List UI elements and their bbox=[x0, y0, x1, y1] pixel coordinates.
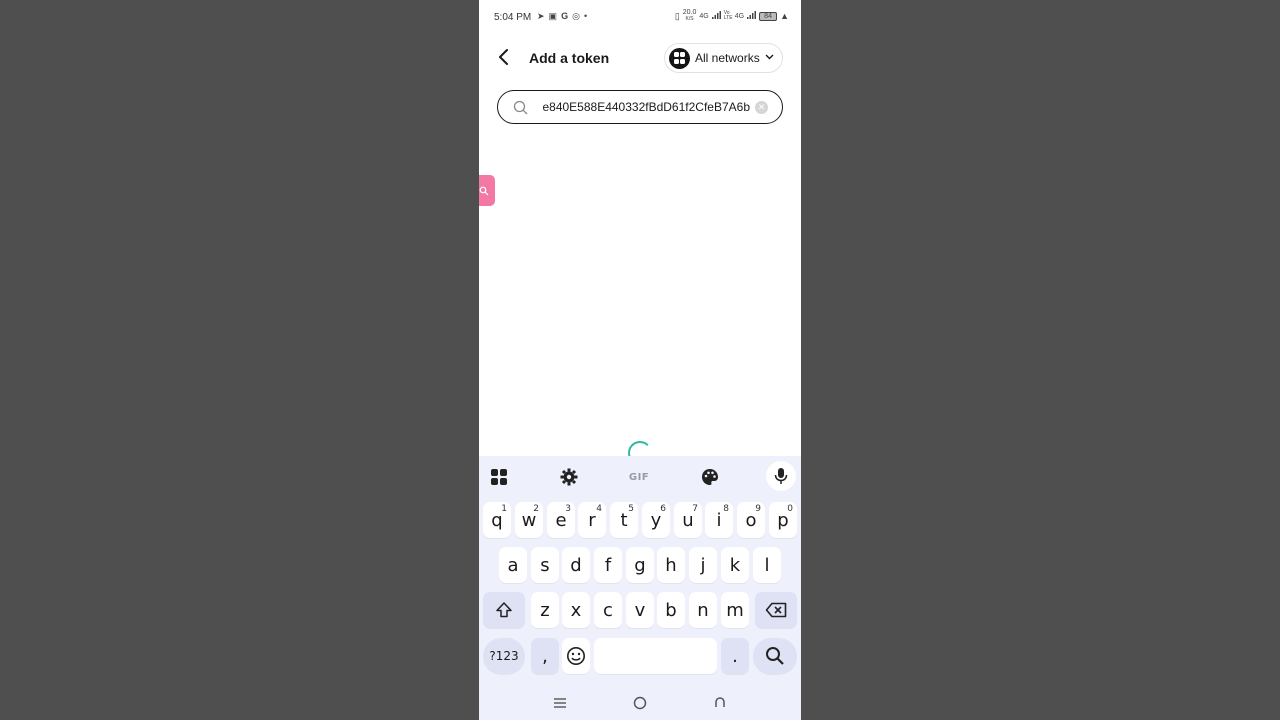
network-4g-label-2: 4G bbox=[734, 12, 745, 20]
page-title: Add a token bbox=[529, 50, 610, 66]
key-b[interactable]: b bbox=[657, 592, 685, 628]
symbols-key[interactable]: ?123 bbox=[483, 638, 525, 674]
vibrate-icon: ▯ bbox=[674, 10, 680, 21]
back-arrow-icon bbox=[499, 49, 508, 65]
recents-icon[interactable] bbox=[550, 694, 570, 712]
status-bar: 5:04 PM ➤ ▣ G ◎ • ▯ 20.0 K/S 4G Vo LTE 4… bbox=[479, 0, 801, 36]
comma-key[interactable]: , bbox=[531, 638, 559, 674]
keyboard-toolbar: GIF bbox=[479, 456, 801, 496]
network-4g-label: 4G bbox=[699, 12, 709, 20]
backspace-key[interactable] bbox=[755, 592, 797, 628]
key-j[interactable]: j bbox=[689, 547, 717, 583]
key-p[interactable]: p0 bbox=[769, 502, 797, 538]
network-selector-label: All networks bbox=[695, 51, 760, 65]
whatsapp-icon: ◎ bbox=[572, 11, 580, 21]
key-m[interactable]: m bbox=[721, 592, 749, 628]
period-key[interactable]: . bbox=[721, 638, 749, 674]
key-s[interactable]: s bbox=[531, 547, 559, 583]
signal-icon bbox=[711, 11, 721, 21]
home-icon[interactable] bbox=[630, 694, 650, 712]
alert-icon: ▲ bbox=[780, 11, 789, 21]
emoji-icon bbox=[567, 647, 585, 665]
system-icons: ▯ 20.0 K/S 4G Vo LTE 4G 84 ▲ bbox=[674, 9, 789, 22]
back-button[interactable] bbox=[493, 46, 515, 68]
gif-button[interactable]: GIF bbox=[626, 464, 652, 490]
key-q[interactable]: q1 bbox=[483, 502, 511, 538]
shift-key[interactable] bbox=[483, 592, 525, 628]
mic-icon[interactable] bbox=[766, 461, 796, 491]
network-selector[interactable]: All networks bbox=[664, 43, 783, 73]
all-networks-icon bbox=[669, 47, 690, 69]
key-c[interactable]: c bbox=[594, 592, 622, 628]
phone-screen: 5:04 PM ➤ ▣ G ◎ • ▯ 20.0 K/S 4G Vo LTE 4… bbox=[479, 0, 801, 720]
key-k[interactable]: k bbox=[721, 547, 749, 583]
key-l[interactable]: l bbox=[753, 547, 781, 583]
app-header: Add a token All networks bbox=[479, 40, 801, 76]
key-h[interactable]: h bbox=[657, 547, 685, 583]
signal-icon-2 bbox=[747, 11, 757, 21]
status-time: 5:04 PM bbox=[494, 12, 532, 23]
speed-readout: 20.0 K/S bbox=[682, 9, 697, 22]
shift-icon bbox=[496, 602, 512, 618]
clear-search-icon[interactable]: ✕ bbox=[755, 101, 768, 114]
space-key[interactable] bbox=[594, 638, 717, 674]
video-icon: ▣ bbox=[548, 11, 558, 21]
search-icon bbox=[513, 100, 528, 115]
key-u[interactable]: u7 bbox=[674, 502, 702, 538]
key-a[interactable]: a bbox=[499, 547, 527, 583]
settings-icon[interactable] bbox=[556, 464, 582, 490]
key-y[interactable]: y6 bbox=[642, 502, 670, 538]
key-r[interactable]: r4 bbox=[578, 502, 606, 538]
apps-icon[interactable] bbox=[486, 464, 512, 490]
emoji-key[interactable] bbox=[562, 638, 590, 674]
volte-label: Vo LTE bbox=[723, 10, 733, 21]
key-z[interactable]: z bbox=[531, 592, 559, 628]
search-input[interactable] bbox=[534, 97, 750, 117]
key-n[interactable]: n bbox=[689, 592, 717, 628]
floating-side-tab[interactable] bbox=[479, 175, 495, 206]
search-icon bbox=[479, 186, 489, 196]
chevron-down-icon bbox=[765, 54, 774, 60]
battery-icon: 84 bbox=[759, 11, 778, 21]
palette-icon[interactable] bbox=[697, 464, 723, 490]
dot-icon: • bbox=[583, 11, 588, 21]
key-v[interactable]: v bbox=[626, 592, 654, 628]
key-x[interactable]: x bbox=[562, 592, 590, 628]
notification-icons: ➤ ▣ G ◎ • bbox=[537, 11, 587, 22]
system-nav-bar bbox=[479, 686, 801, 720]
key-g[interactable]: g bbox=[626, 547, 654, 583]
key-d[interactable]: d bbox=[562, 547, 590, 583]
key-t[interactable]: t5 bbox=[610, 502, 638, 538]
key-i[interactable]: i8 bbox=[705, 502, 733, 538]
backspace-icon bbox=[765, 602, 787, 618]
keyboard: GIF q1 w2 e3 r4 t5 y6 u7 i8 o9 p0 a s d … bbox=[479, 456, 801, 720]
telegram-icon: ➤ bbox=[537, 11, 545, 21]
back-nav-icon[interactable] bbox=[710, 694, 730, 712]
token-search-field[interactable]: ✕ bbox=[497, 90, 783, 124]
key-o[interactable]: o9 bbox=[737, 502, 765, 538]
search-icon bbox=[766, 647, 784, 665]
key-f[interactable]: f bbox=[594, 547, 622, 583]
google-icon: G bbox=[561, 11, 569, 21]
key-w[interactable]: w2 bbox=[515, 502, 543, 538]
search-action-key[interactable] bbox=[753, 638, 797, 674]
key-e[interactable]: e3 bbox=[547, 502, 575, 538]
